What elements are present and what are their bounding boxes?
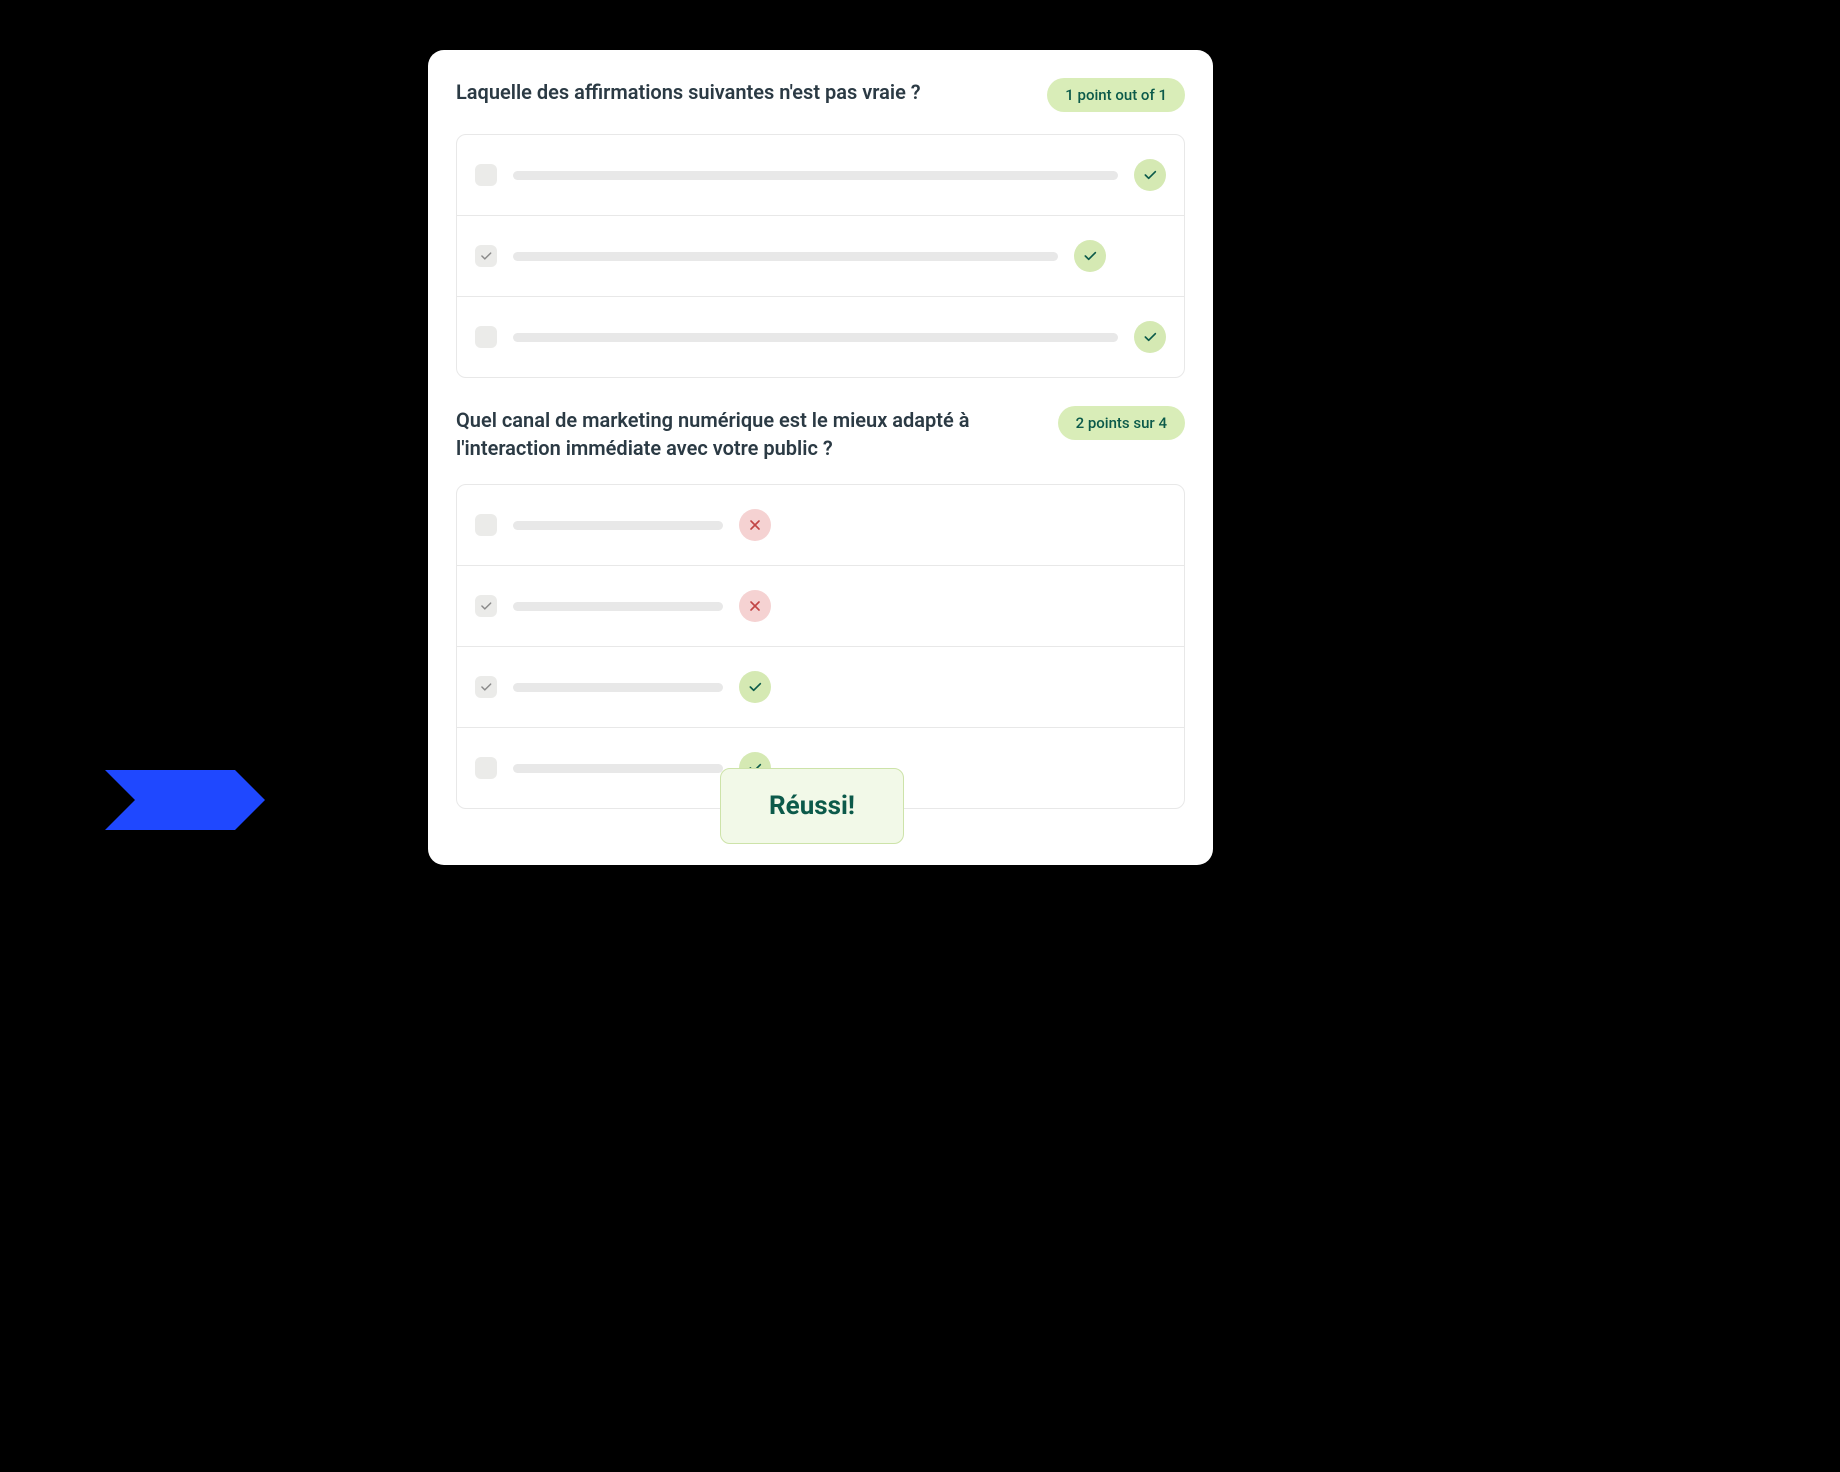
option-placeholder	[513, 602, 723, 611]
check-icon	[479, 680, 493, 694]
option-placeholder	[513, 333, 1118, 342]
checkbox[interactable]	[475, 595, 497, 617]
options-box	[456, 134, 1185, 378]
status-bad-icon	[739, 509, 771, 541]
question-text: Quel canal de marketing numérique est le…	[456, 406, 1038, 462]
status-bad-icon	[739, 590, 771, 622]
arrow-decoration	[105, 770, 335, 830]
option-row	[457, 297, 1184, 377]
score-badge: 2 points sur 4	[1058, 406, 1185, 440]
score-badge: 1 point out of 1	[1047, 78, 1185, 112]
checkbox[interactable]	[475, 514, 497, 536]
question-text: Laquelle des affirmations suivantes n'es…	[456, 78, 1027, 106]
checkbox[interactable]	[475, 326, 497, 348]
question-block: Quel canal de marketing numérique est le…	[456, 406, 1185, 809]
status-ok-icon	[1074, 240, 1106, 272]
checkbox[interactable]	[475, 676, 497, 698]
check-icon	[479, 599, 493, 613]
option-placeholder	[513, 252, 1058, 261]
checkbox[interactable]	[475, 757, 497, 779]
option-row	[457, 485, 1184, 566]
check-icon	[479, 249, 493, 263]
checkbox[interactable]	[475, 164, 497, 186]
status-ok-icon	[1134, 159, 1166, 191]
option-row	[457, 566, 1184, 647]
option-row	[457, 135, 1184, 216]
option-placeholder	[513, 683, 723, 692]
pass-badge: Réussi!	[720, 768, 904, 844]
option-row	[457, 216, 1184, 297]
status-ok-icon	[739, 671, 771, 703]
question-block: Laquelle des affirmations suivantes n'es…	[456, 78, 1185, 378]
status-ok-icon	[1134, 321, 1166, 353]
option-row	[457, 647, 1184, 728]
quiz-result-card: Laquelle des affirmations suivantes n'es…	[428, 50, 1213, 865]
option-placeholder	[513, 764, 723, 773]
checkbox[interactable]	[475, 245, 497, 267]
options-box	[456, 484, 1185, 809]
option-placeholder	[513, 521, 723, 530]
option-placeholder	[513, 171, 1118, 180]
